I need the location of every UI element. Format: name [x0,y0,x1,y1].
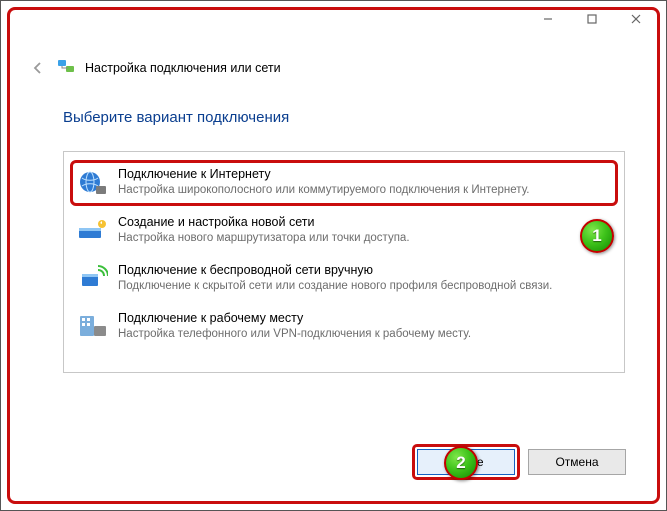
option-desc: Настройка широкополосного или коммутируе… [118,183,529,197]
close-button[interactable] [614,5,658,33]
wireless-icon [76,262,108,294]
globe-icon [76,166,108,198]
option-title: Подключение к беспроводной сети вручную [118,263,552,278]
back-arrow-icon[interactable] [29,59,47,77]
option-new-network[interactable]: Создание и настройка новой сети Настройк… [70,208,618,254]
network-wizard-icon [57,57,75,78]
minimize-button[interactable] [526,5,570,33]
router-icon [76,214,108,246]
titlebar [1,1,666,37]
wizard-header: Настройка подключения или сети [29,57,638,78]
option-title: Создание и настройка новой сети [118,215,410,230]
maximize-button[interactable] [570,5,614,33]
options-panel: Подключение к Интернету Настройка широко… [63,151,625,373]
cancel-button[interactable]: Отмена [528,449,626,475]
option-wireless-manual[interactable]: Подключение к беспроводной сети вручную … [70,256,618,302]
option-desc: Настройка нового маршрутизатора или точк… [118,231,410,245]
callout-badge-2: 2 [444,446,478,480]
option-title: Подключение к рабочему месту [118,311,471,326]
page-heading: Выберите вариант подключения [63,109,289,126]
wizard-window: Настройка подключения или сети Выберите … [0,0,667,511]
option-workplace[interactable]: Подключение к рабочему месту Настройка т… [70,304,618,350]
workplace-icon [76,310,108,342]
option-internet-connection[interactable]: Подключение к Интернету Настройка широко… [70,160,618,206]
wizard-title: Настройка подключения или сети [85,61,281,75]
option-desc: Настройка телефонного или VPN-подключени… [118,327,471,341]
option-desc: Подключение к скрытой сети или создание … [118,279,552,293]
callout-badge-1: 1 [580,219,614,253]
option-title: Подключение к Интернету [118,167,529,182]
